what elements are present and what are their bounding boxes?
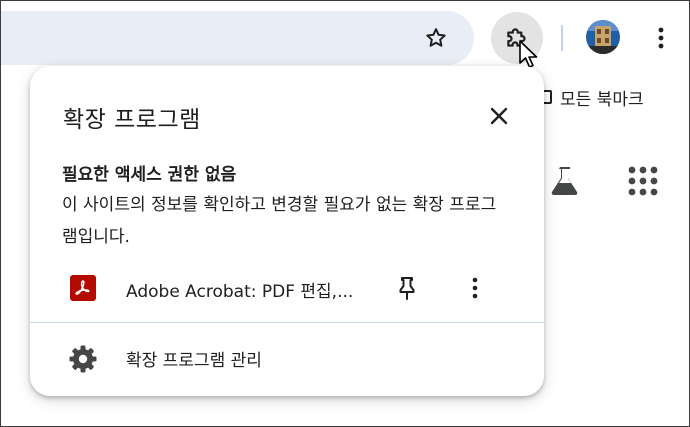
popup-divider bbox=[30, 322, 544, 323]
extension-more-options-button[interactable] bbox=[463, 272, 487, 304]
no-access-section-description: 이 사이트의 정보를 확인하고 변경할 필요가 없는 확장 프로그램입니다. bbox=[62, 195, 497, 247]
close-icon bbox=[490, 107, 508, 125]
kebab-menu-icon bbox=[472, 277, 478, 299]
bookmark-star-button[interactable] bbox=[418, 20, 454, 56]
manage-extensions-button[interactable]: 확장 프로그램 관리 bbox=[30, 334, 544, 384]
apps-grid-icon[interactable] bbox=[627, 165, 659, 197]
kebab-menu-icon bbox=[658, 27, 664, 49]
popup-title: 확장 프로그램 bbox=[63, 107, 201, 133]
close-button[interactable] bbox=[485, 102, 513, 130]
address-bar[interactable] bbox=[0, 11, 474, 65]
chrome-menu-button[interactable] bbox=[648, 20, 674, 56]
pin-extension-button[interactable] bbox=[393, 272, 421, 304]
browser-toolbar bbox=[0, 0, 690, 68]
star-icon bbox=[426, 28, 446, 47]
gear-icon bbox=[69, 345, 97, 373]
avatar-image bbox=[586, 20, 620, 54]
pin-icon bbox=[399, 277, 415, 300]
toolbar-divider bbox=[561, 25, 563, 51]
manage-extensions-label: 확장 프로그램 관리 bbox=[126, 351, 262, 371]
all-bookmarks-button[interactable]: 모든 북마크 bbox=[538, 83, 644, 111]
extensions-popup: 확장 프로그램 필요한 액세스 권한 없음 이 사이트의 정보를 확인하고 변경… bbox=[30, 66, 544, 396]
all-bookmarks-label: 모든 북마크 bbox=[560, 89, 644, 110]
profile-avatar[interactable] bbox=[586, 20, 620, 54]
extension-name: Adobe Acrobat: PDF 편집,... bbox=[126, 282, 354, 302]
no-access-section-title: 필요한 액세스 권한 없음 bbox=[62, 165, 237, 185]
labs-flask-icon[interactable] bbox=[548, 163, 582, 197]
adobe-acrobat-icon bbox=[70, 275, 96, 301]
extension-item-adobe-acrobat[interactable]: Adobe Acrobat: PDF 편집,... bbox=[30, 266, 544, 310]
